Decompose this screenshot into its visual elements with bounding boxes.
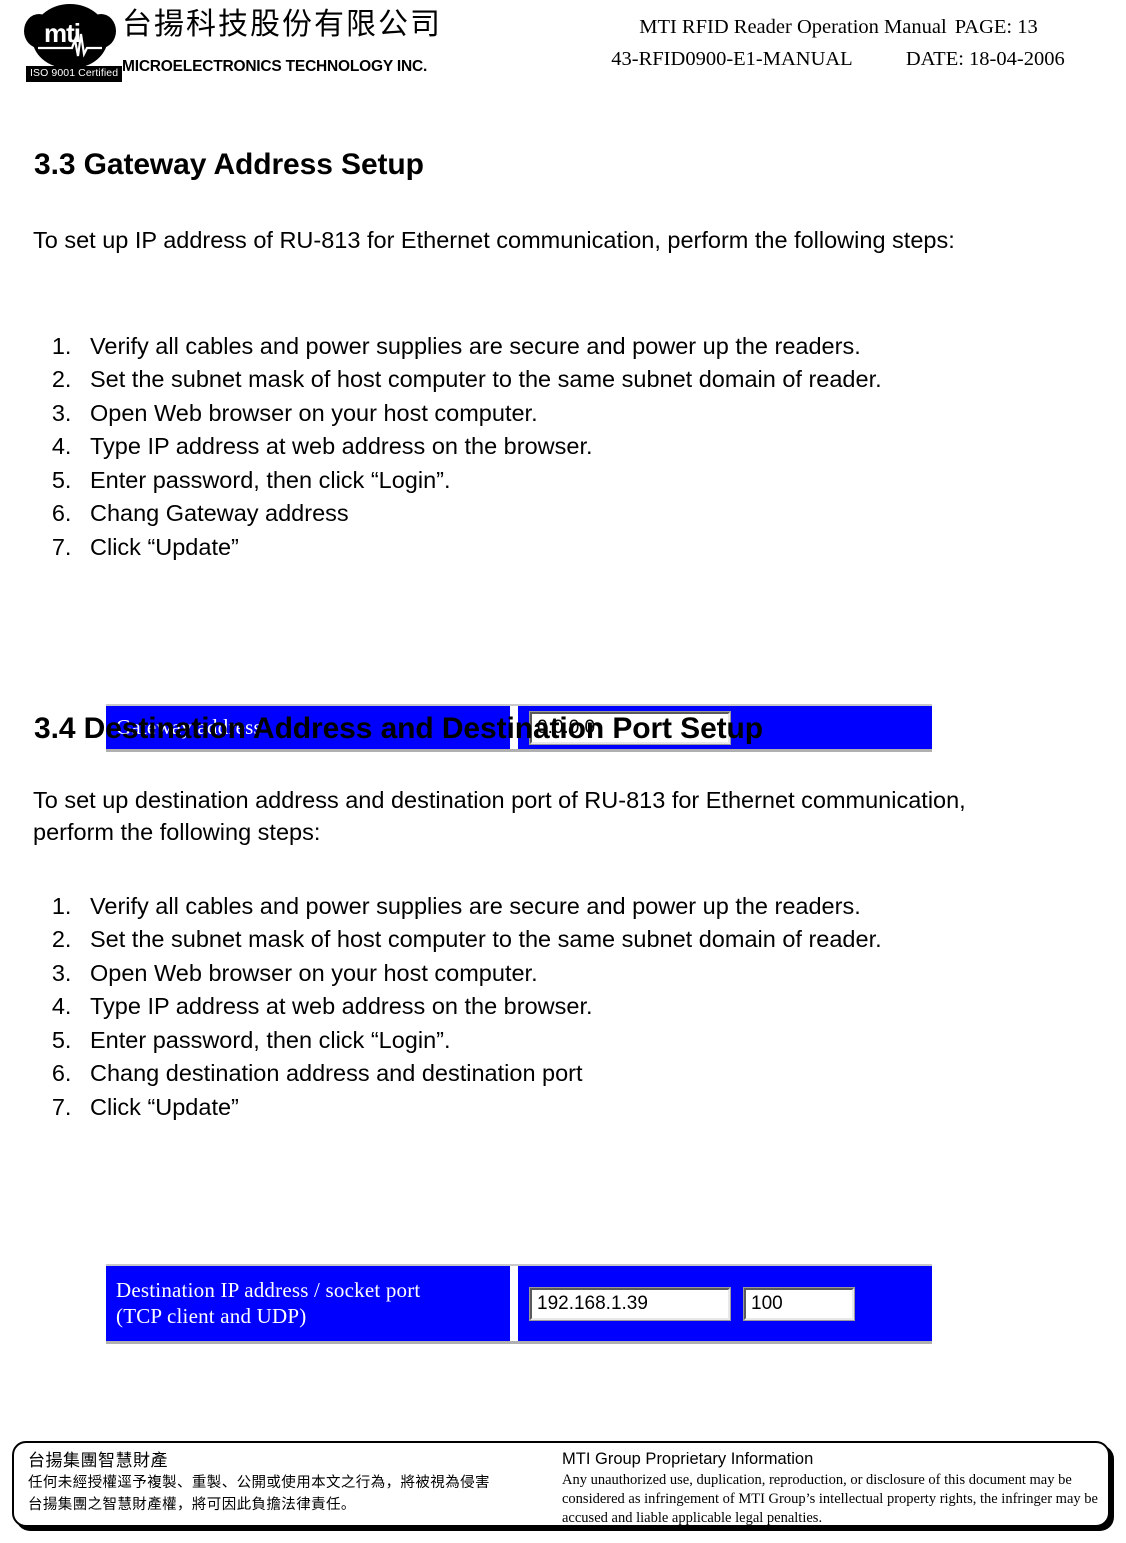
list-item: Click “Update” (78, 531, 882, 564)
destination-ip-input[interactable]: 192.168.1.39 (529, 1286, 731, 1321)
mti-wordmark-icon: mti (38, 18, 102, 58)
page-footer: 台揚集團智慧財產 任何未經授權逕予複製、重製、公開或使用本文之行為，將被視為侵害… (12, 1441, 1110, 1527)
footer-right-notice: MTI Group Proprietary Information Any un… (562, 1449, 1100, 1527)
destination-address-label-line-1: Destination IP address / socket port (116, 1277, 421, 1302)
section-heading-3-3: 3.3 Gateway Address Setup (34, 148, 424, 181)
list-item: Click “Update” (78, 1091, 882, 1124)
list-item: Chang destination address and destinatio… (78, 1057, 882, 1090)
list-item: Set the subnet mask of host computer to … (78, 363, 882, 396)
destination-address-field-cell: 192.168.1.39 100 (518, 1266, 932, 1341)
destination-address-label: Destination IP address / socket port (TC… (116, 1278, 420, 1329)
steps-list-3-3: Verify all cables and power supplies are… (0, 330, 882, 564)
list-item: Verify all cables and power supplies are… (78, 330, 882, 363)
manual-title: MTI RFID Reader Operation Manual (639, 16, 947, 38)
table-cell-divider (510, 1266, 518, 1341)
page-header: mti ISO 9001 Certified 台揚科技股份有限公司 MICROE… (0, 0, 1126, 100)
footer-left-title: 台揚集團智慧財產 (28, 1451, 168, 1471)
company-name-chinese: 台揚科技股份有限公司 (122, 7, 442, 42)
list-item: Type IP address at web address on the br… (78, 430, 882, 463)
list-item: Type IP address at web address on the br… (78, 990, 882, 1023)
header-line-2: 43-RFID0900-E1-MANUAL DATE: 18-04-2006 (556, 44, 1120, 76)
list-item: Open Web browser on your host computer. (78, 957, 882, 990)
destination-address-label-line-2: (TCP client and UDP) (116, 1303, 307, 1328)
section-heading-3-4: 3.4 Destination Address and Destination … (34, 712, 764, 745)
footer-right-body: Any unauthorized use, duplication, repro… (562, 1472, 1098, 1526)
page-number-label: PAGE: 13 (954, 16, 1038, 38)
list-item: Chang Gateway address (78, 497, 882, 530)
destination-address-label-cell: Destination IP address / socket port (TC… (106, 1266, 510, 1341)
list-item: Set the subnet mask of host computer to … (78, 923, 882, 956)
list-item: Verify all cables and power supplies are… (78, 890, 882, 923)
iso-9001-badge: ISO 9001 Certified (26, 66, 123, 83)
document-number: 43-RFID0900-E1-MANUAL (611, 47, 853, 70)
header-document-info: MTI RFID Reader Operation Manual PAGE: 1… (560, 12, 1120, 76)
footer-right-title: MTI Group Proprietary Information (562, 1450, 814, 1468)
footer-left-line-1: 任何未經授權逕予複製、重製、公開或使用本文之行為，將被視為侵害 (28, 1475, 490, 1492)
document-date: DATE: 18-04-2006 (905, 47, 1065, 70)
steps-list-3-4: Verify all cables and power supplies are… (0, 890, 882, 1124)
section-intro-3-4: To set up destination address and destin… (33, 787, 966, 846)
destination-address-form-screenshot: Destination IP address / socket port (TC… (106, 1264, 932, 1344)
company-logo: mti ISO 9001 Certified (18, 4, 123, 90)
header-line-1: MTI RFID Reader Operation Manual PAGE: 1… (560, 12, 1120, 44)
destination-port-input[interactable]: 100 (743, 1286, 855, 1321)
company-name-english: MICROELECTRONICS TECHNOLOGY INC. (122, 58, 428, 75)
list-item: Open Web browser on your host computer. (78, 397, 882, 430)
footer-left-line-2: 台揚集團之智慧財產權，將可因此負擔法律責任。 (28, 1496, 356, 1513)
section-intro-3-3: To set up IP address of RU-813 for Ether… (33, 227, 955, 253)
list-item: Enter password, then click “Login”. (78, 464, 882, 497)
footer-left-notice: 台揚集團智慧財產 任何未經授權逕予複製、重製、公開或使用本文之行為，將被視為侵害… (28, 1451, 558, 1515)
list-item: Enter password, then click “Login”. (78, 1024, 882, 1057)
